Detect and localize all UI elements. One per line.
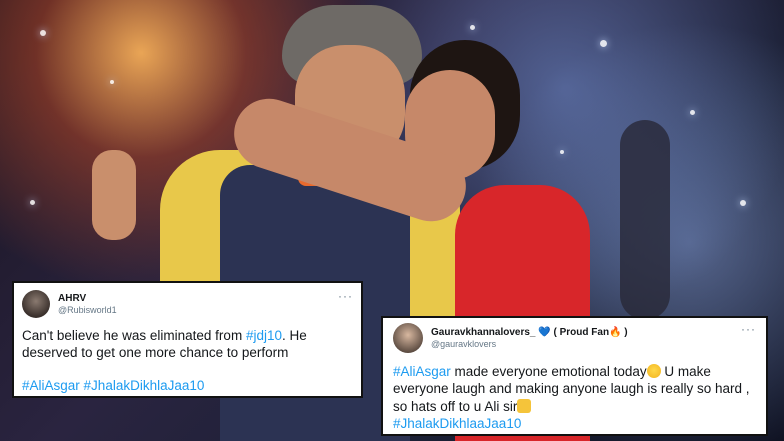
handle[interactable]: @Rubisworld1 [58,305,117,315]
hashtag-link[interactable]: #JhalakDikhlaaJaa10 [393,416,521,431]
tweet-author: AHRV @Rubisworld1 [58,293,117,315]
background-person [620,120,670,320]
avatar[interactable] [393,323,423,353]
tweet-text: Can't believe he was eliminated from #jd… [22,327,352,362]
display-name-text: Gauravkhannalovers_ [431,327,536,339]
hashtag-link[interactable]: #AliAsgar [393,364,451,379]
display-name[interactable]: Gauravkhannalovers_ 💙 ( Proud Fan🔥 ) [431,327,628,339]
fire-icon: 🔥 [609,327,622,339]
tweet-hashtags: #AliAsgar #JhalakDikhlaJaa10 [22,377,204,394]
pleading-face-icon [646,364,661,378]
display-name[interactable]: AHRV [58,293,117,305]
stage-light [600,40,607,47]
stage-light [690,110,695,115]
tweet-header: AHRV @Rubisworld1 [22,290,117,318]
man-hand [92,150,136,240]
stage-light [560,150,564,154]
more-options-icon[interactable]: ··· [338,289,353,303]
stage-light [740,200,746,206]
tweet-text-part: made everyone emotional today [450,364,647,379]
handle[interactable]: @gauravklovers [431,339,628,349]
stage-light [110,80,114,84]
clapping-hands-icon [517,398,532,413]
more-options-icon[interactable]: ··· [741,322,756,336]
display-name-suffix: ( Proud Fan [550,327,610,339]
tweet-text: #AliAsgar made everyone emotional today … [393,363,761,432]
hashtag-link[interactable]: #jdj10 [246,328,282,343]
tweet-card-2[interactable]: Gauravkhannalovers_ 💙 ( Proud Fan🔥 ) @ga… [381,316,768,436]
stage-light [470,25,475,30]
hashtag-link[interactable]: #AliAsgar [22,378,80,393]
tweet-header: Gauravkhannalovers_ 💙 ( Proud Fan🔥 ) @ga… [393,323,628,353]
tweet-card-1[interactable]: AHRV @Rubisworld1 ··· Can't believe he w… [12,281,363,398]
tweet-text-part: Can't believe he was eliminated from [22,328,246,343]
blue-heart-icon: 💙 [538,327,551,339]
avatar[interactable] [22,290,50,318]
stage-light [30,200,35,205]
stage-light [40,30,46,36]
hashtag-link[interactable]: #JhalakDikhlaJaa10 [84,378,205,393]
display-name-suffix: ) [621,327,628,339]
tweet-author: Gauravkhannalovers_ 💙 ( Proud Fan🔥 ) @ga… [431,327,628,349]
